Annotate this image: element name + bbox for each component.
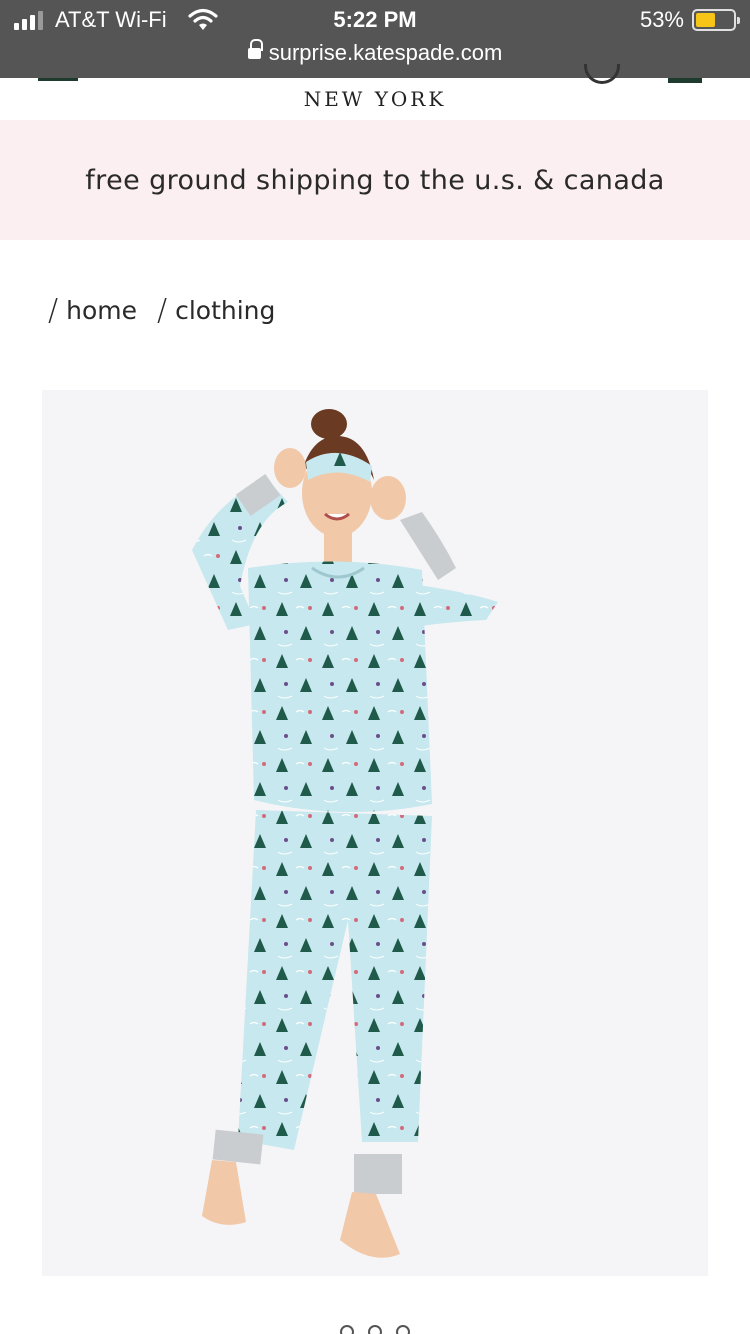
lock-icon — [247, 39, 263, 61]
carousel-dots — [0, 1325, 750, 1334]
battery-level-fill — [696, 13, 715, 27]
breadcrumb-item-home: / home — [48, 293, 137, 328]
status-time: 5:22 PM — [333, 7, 417, 32]
site-header: NEW YORK — [0, 64, 750, 120]
promo-banner[interactable]: free ground shipping to the u.s. & canad… — [0, 120, 750, 240]
brand-logo-subtitle[interactable]: NEW YORK — [0, 87, 750, 111]
url-text: surprise.katespade.com — [268, 40, 503, 65]
breadcrumb-item-clothing: / clothing — [157, 293, 275, 328]
battery-icon — [692, 9, 740, 31]
breadcrumb-link-clothing[interactable]: clothing — [175, 296, 275, 325]
battery-percent: 53% — [639, 7, 684, 32]
pajama-model-illustration — [192, 409, 498, 1258]
carousel-dot[interactable] — [396, 1325, 410, 1334]
search-icon[interactable] — [584, 64, 620, 84]
breadcrumb-separator: / — [156, 293, 168, 328]
product-image[interactable] — [42, 390, 708, 1276]
breadcrumb-separator: / — [48, 293, 59, 328]
shopping-bag-icon[interactable] — [668, 78, 702, 83]
carousel-dot[interactable] — [368, 1325, 382, 1334]
status-bar: AT&T Wi-Fi 5:22 PM 53% surprise.katespad… — [0, 0, 750, 78]
menu-icon[interactable] — [38, 78, 78, 81]
breadcrumb: / home / clothing — [48, 293, 295, 328]
promo-text: free ground shipping to the u.s. & canad… — [85, 164, 665, 196]
carousel-dot[interactable] — [340, 1325, 354, 1334]
address-bar[interactable]: surprise.katespade.com — [0, 39, 750, 66]
breadcrumb-link-home[interactable]: home — [66, 296, 137, 325]
